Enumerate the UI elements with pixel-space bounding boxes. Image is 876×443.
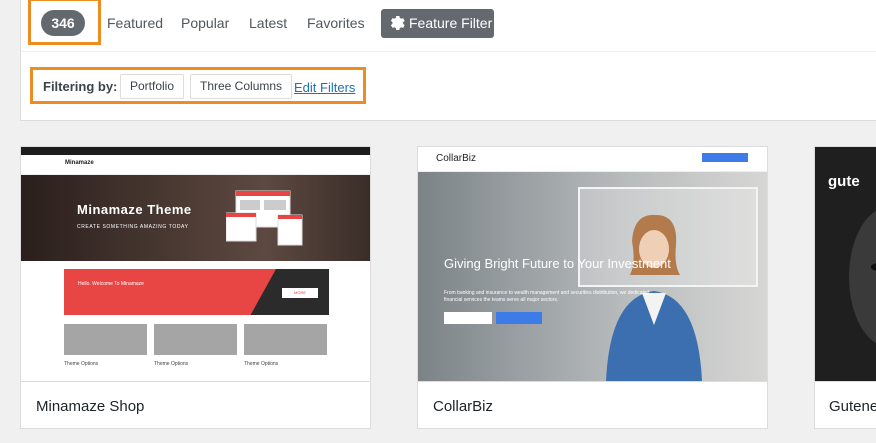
preview-banner-text: Hello. Welcome To Minamaze bbox=[78, 281, 144, 287]
preview-banner-red bbox=[64, 269, 276, 315]
theme-screenshot[interactable]: CollarBiz Giving Bright Future to Your I… bbox=[418, 147, 767, 381]
count-highlight-box bbox=[28, 0, 101, 45]
preview-button-secondary bbox=[496, 312, 542, 324]
preview-hero bbox=[21, 175, 370, 261]
preview-box bbox=[64, 324, 147, 355]
preview-box-label: Theme Options bbox=[154, 361, 189, 367]
preview-logo: Minamaze bbox=[65, 160, 94, 166]
tab-latest[interactable]: Latest bbox=[249, 15, 287, 31]
feature-filter-button[interactable]: Feature Filter bbox=[381, 9, 494, 38]
filter-row-highlight-box bbox=[30, 67, 366, 104]
theme-screenshot[interactable]: gute bbox=[815, 147, 876, 381]
preview-box bbox=[154, 324, 237, 355]
gear-icon bbox=[390, 16, 405, 30]
theme-name[interactable]: CollarBiz bbox=[418, 381, 767, 428]
preview-logo: gute bbox=[828, 173, 860, 190]
preview-box-label: Theme Options bbox=[244, 361, 279, 367]
preview-banner-button: MORE bbox=[282, 288, 318, 298]
theme-name[interactable]: Gutene bbox=[815, 381, 876, 428]
preview-topbar bbox=[21, 147, 370, 155]
feature-filter-label: Feature Filter bbox=[409, 15, 493, 31]
device-mockup-image bbox=[226, 190, 303, 246]
preview-box-label: Theme Options bbox=[64, 361, 99, 367]
theme-name[interactable]: Minamaze Shop bbox=[21, 381, 370, 428]
preview-button-primary bbox=[444, 312, 492, 324]
preview-hero-subtitle: CREATE SOMETHING AMAZING TODAY bbox=[77, 224, 189, 230]
theme-card-minamaze-shop[interactable]: Minamaze Minamaze Theme CREATE SOMETHING… bbox=[20, 146, 371, 429]
preview-hero-title: Minamaze Theme bbox=[77, 202, 192, 217]
tab-featured[interactable]: Featured bbox=[107, 15, 163, 31]
preview-banner: Hello. Welcome To Minamaze MORE bbox=[64, 269, 329, 315]
preview-logo: CollarBiz bbox=[436, 153, 477, 164]
preview-hero-title: Giving Bright Future to Your Investment bbox=[444, 256, 671, 271]
preview-nav-button bbox=[702, 153, 748, 162]
theme-screenshot[interactable]: Minamaze Minamaze Theme CREATE SOMETHING… bbox=[21, 147, 370, 381]
theme-card-gutene[interactable]: gute Gutene bbox=[814, 146, 876, 429]
face-photo bbox=[849, 210, 876, 344]
preview-hero-text: From banking and insurance to wealth man… bbox=[444, 290, 650, 303]
filter-toolbar: 346 Featured Popular Latest Favorites Fe… bbox=[21, 0, 876, 52]
theme-card-collarbiz[interactable]: CollarBiz Giving Bright Future to Your I… bbox=[417, 146, 768, 429]
tab-favorites[interactable]: Favorites bbox=[307, 15, 365, 31]
tab-popular[interactable]: Popular bbox=[181, 15, 229, 31]
preview-box bbox=[244, 324, 327, 355]
